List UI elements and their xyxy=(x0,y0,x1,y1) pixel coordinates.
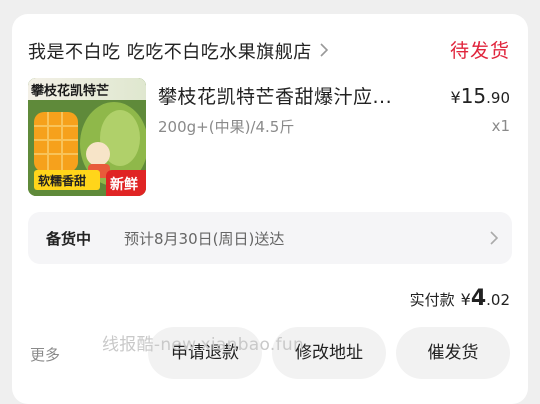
product-quantity: x1 xyxy=(491,117,510,135)
thumbnail-title: 攀枝花凯特芒 xyxy=(31,84,110,99)
change-address-button[interactable]: 修改地址 xyxy=(272,327,386,379)
thumbnail-tag: 软糯香甜 xyxy=(38,174,87,188)
product-thumbnail[interactable]: 攀枝花凯特芒 软糯香甜 新鲜 xyxy=(28,78,146,196)
shop-link[interactable]: 我是不白吃 吃吃不白吃水果旗舰店 xyxy=(28,38,328,64)
order-card[interactable]: 我是不白吃 吃吃不白吃水果旗舰店 待发货 攀枝花凯特芒 软糯香甜 新鲜 攀枝花凯… xyxy=(12,14,528,404)
product-title[interactable]: 攀枝花凯特芒香甜爆汁应... xyxy=(158,82,426,109)
paid-label: 实付款 xyxy=(409,291,455,309)
remind-shipping-button[interactable]: 催发货 xyxy=(396,327,510,379)
shop-name: 我是不白吃 吃吃不白吃水果旗舰店 xyxy=(28,42,312,63)
chevron-right-icon xyxy=(320,42,328,61)
refund-button[interactable]: 申请退款 xyxy=(148,327,262,379)
shipping-status: 备货中 xyxy=(46,230,92,248)
chevron-right-icon xyxy=(490,230,499,249)
paid-amount: 实付款 ¥4.02 xyxy=(409,286,510,311)
thumbnail-badge: 新鲜 xyxy=(110,177,138,193)
shipping-eta: 预计8月30日(周日)送达 xyxy=(124,230,285,248)
product-spec: 200g+(中果)/4.5斤 xyxy=(158,118,295,136)
product-price: ¥15.90 xyxy=(450,84,511,108)
shipping-status-bar[interactable]: 备货中 预计8月30日(周日)送达 xyxy=(28,212,512,264)
more-button[interactable]: 更多 xyxy=(30,344,60,365)
order-status: 待发货 xyxy=(449,40,510,62)
